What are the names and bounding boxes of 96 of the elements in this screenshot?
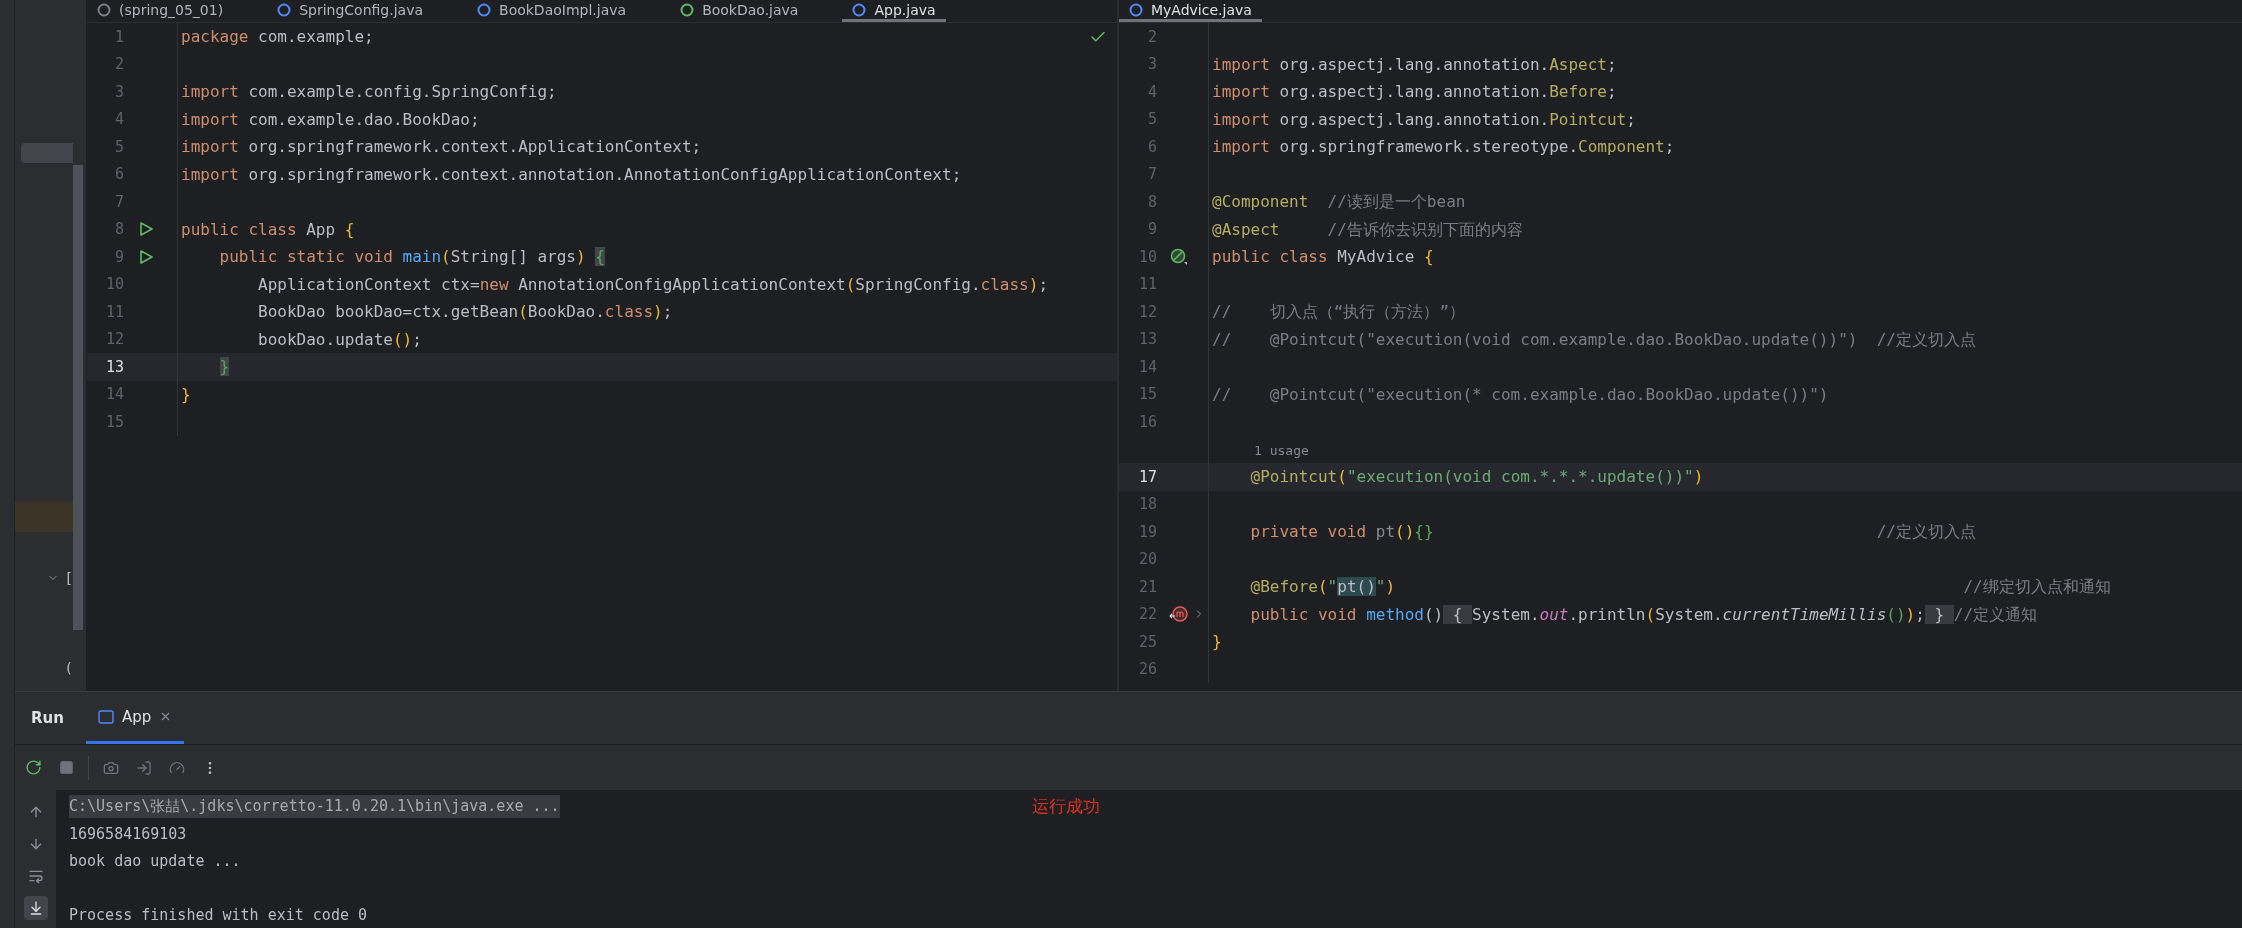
code-line: // @Pointcut("execution(void com.example.dao.BookDao.update())") //定义切入点 — [1211, 328, 1977, 351]
line-number: 19 — [1137, 522, 1157, 541]
console-output: 1696584169103 — [69, 823, 187, 845]
code-line: package com.example; — [180, 26, 375, 48]
code-line: public void method() { System.out.println(System.currentTimeMillis()); } //定义通知 — [1249, 603, 2039, 626]
line-number: 14 — [1137, 357, 1157, 376]
gauge-icon — [169, 759, 185, 776]
line-number: 12 — [1137, 302, 1157, 321]
line-number: 17 — [1137, 467, 1157, 486]
code-line: import org.aspectj.lang.annotation.Before; — [1211, 81, 1618, 103]
tree-item[interactable]: [ — [64, 570, 73, 586]
code-line: import org.springframework.stereotype.Component; — [1211, 136, 1676, 158]
line-number: 8 — [1146, 192, 1157, 211]
code-line: ApplicationContext ctx=new AnnotationConfigApplicationContext(SpringConfig.class); — [257, 273, 1049, 296]
advice-icon[interactable] — [1169, 605, 1189, 624]
line-number: 3 — [113, 82, 124, 101]
code-line: import com.example.config.SpringConfig; — [180, 81, 558, 103]
class-file-icon — [97, 2, 111, 17]
code-line: // @Pointcut("execution(* com.example.dao.BookDao.update())") — [1211, 383, 1830, 406]
class-file-icon — [477, 2, 492, 17]
code-line: // 切入点（“执行（方法）”） — [1211, 301, 1467, 323]
line-number: 4 — [113, 110, 124, 129]
usage-hint[interactable]: 1 usage — [1212, 442, 1309, 458]
line-number: 10 — [1137, 247, 1157, 266]
editor-tab[interactable]: App.java — [842, 0, 946, 22]
code-line: import com.example.dao.BookDao; — [180, 108, 481, 131]
line-number: 2 — [1146, 27, 1157, 46]
line-number: 7 — [1146, 165, 1157, 184]
line-number: 5 — [1146, 110, 1157, 129]
line-number: 6 — [1146, 137, 1157, 156]
editor-tab[interactable]: MyAdvice.java — [1119, 0, 1262, 22]
line-number: 10 — [104, 275, 124, 294]
code-line: } — [180, 383, 192, 406]
console-output: book dao update ... — [69, 850, 241, 872]
editor-tab[interactable]: (spring_05_01) — [87, 0, 234, 22]
line-number: 26 — [1137, 660, 1157, 679]
code-line: import org.aspectj.lang.annotation.Aspect; — [1211, 53, 1618, 76]
line-number: 5 — [113, 137, 124, 156]
line-number: 7 — [113, 192, 124, 211]
editor-tab[interactable]: BookDaoImpl.java — [467, 0, 637, 22]
code-line: @Before("pt()") //绑定切入点和通知 — [1249, 576, 2112, 598]
run-icon[interactable] — [138, 221, 154, 238]
class-file-icon — [277, 2, 292, 17]
code-line: private void pt(){} //定义切入点 — [1249, 521, 1977, 543]
line-number: 1 — [113, 27, 124, 46]
line-number: 9 — [1146, 220, 1157, 239]
run-panel-title: Run — [31, 709, 64, 727]
stop-icon — [58, 760, 74, 775]
code-line: import org.springframework.context.ApplicationContext; — [180, 136, 703, 158]
line-number: 11 — [1137, 275, 1157, 294]
code-line: bookDao.update(); — [257, 328, 423, 351]
line-number: 6 — [113, 165, 124, 184]
console-tool-button[interactable] — [23, 896, 48, 920]
code-line: public static void main(String[] args) { — [218, 246, 606, 268]
line-number: 13 — [1137, 330, 1157, 349]
line-number: 15 — [1137, 385, 1157, 404]
app-window-icon — [97, 709, 114, 724]
console-output: Process finished with exit code 0 — [69, 904, 367, 926]
editor-tab[interactable]: BookDao.java — [670, 0, 809, 22]
class-file-icon — [1129, 2, 1143, 17]
camera-icon — [103, 759, 119, 776]
line-number: 21 — [1137, 577, 1157, 596]
class-file-icon — [680, 2, 695, 17]
annotation-note: 运行成功 — [1032, 795, 1100, 818]
code-line: public class MyAdvice { — [1211, 246, 1435, 268]
line-number: 20 — [1137, 550, 1157, 569]
code-line: @Component //读到是一个bean — [1211, 191, 1467, 213]
line-number: 22 — [1137, 605, 1157, 624]
line-number: 8 — [113, 220, 124, 239]
tree-item[interactable]: ( — [64, 660, 73, 676]
code-line: public class App { — [180, 218, 356, 241]
scrollbar[interactable] — [73, 165, 83, 630]
line-number: 18 — [1137, 495, 1157, 514]
line-number: 4 — [1146, 82, 1157, 101]
line-number: 25 — [1137, 632, 1157, 651]
line-number: 15 — [104, 412, 124, 431]
run-icon[interactable] — [138, 248, 154, 265]
editor-tab[interactable]: SpringConfig.java — [267, 0, 434, 22]
class-file-icon — [852, 2, 867, 17]
line-number: 2 — [113, 55, 124, 74]
rerun-icon — [24, 759, 42, 776]
code-line: } — [1211, 631, 1223, 653]
line-number: 12 — [104, 330, 124, 349]
soft-wrap-icon — [27, 868, 44, 884]
code-line: @Aspect //告诉你去识别下面的内容 — [1211, 218, 1524, 241]
line-number: 14 — [104, 385, 124, 404]
enter-arrow-icon — [136, 759, 152, 776]
line-number: 11 — [104, 302, 124, 321]
line-number: 16 — [1137, 412, 1157, 431]
code-line: import org.springframework.context.annotation.AnnotationConfigApplicationContext; — [180, 163, 963, 186]
code-line: BookDao bookDao=ctx.getBean(BookDao.class); — [257, 301, 674, 323]
bean-icon[interactable] — [1170, 247, 1188, 266]
line-number: 13 — [104, 357, 124, 376]
line-number: 9 — [113, 247, 124, 266]
line-number: 3 — [1146, 55, 1157, 74]
code-line: import org.aspectj.lang.annotation.Pointcut; — [1211, 108, 1637, 131]
